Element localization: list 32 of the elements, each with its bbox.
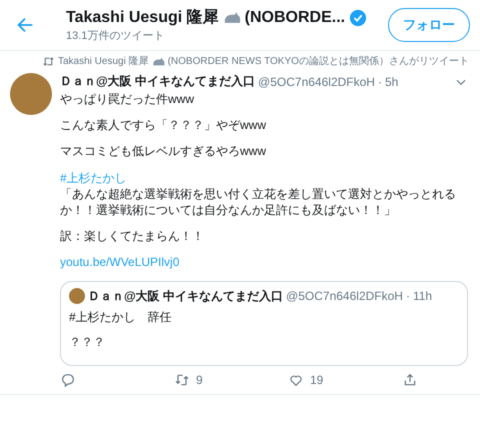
avatar[interactable]	[10, 73, 52, 115]
user-handle: @5OC7n646l2DFkoH	[286, 289, 403, 303]
display-name: Ｄａｎ@大阪 中イキなんてまだ入口	[88, 288, 284, 304]
profile-name: (NOBORDE...	[244, 8, 346, 26]
profile-name: Takashi Uesugi 隆犀	[66, 8, 219, 28]
reply-icon[interactable]	[60, 372, 76, 388]
retweet-count: 9	[196, 372, 203, 386]
tweet-text: マスコミども低レベルすぎるやろwww	[60, 143, 267, 160]
tweet-count: 13.1万件のツイート	[66, 29, 166, 43]
quoted-tweet-text: #上杉たかし 辞任	[69, 308, 173, 326]
hashtag-link[interactable]: #上杉たかし	[60, 170, 127, 185]
timestamp[interactable]: 5h	[384, 74, 398, 88]
tweet-text: 「あんな超絶な選挙戦術を思い付く立花を差し置いて選対とかやっとれるか！！選挙戦術については自分なんか足許にも及ばない！！」	[60, 186, 457, 218]
separator-dot: ·	[406, 289, 410, 303]
like-count: 19	[310, 372, 324, 386]
quoted-tweet-card[interactable]: Ｄａｎ@大阪 中イキなんてまだ入口 @5OC7n646l2DFkoH · 11h #上杉たかし 辞任 ？？？	[60, 280, 468, 366]
tweet-text: 訳：楽しくてたまらん！！	[60, 228, 205, 244]
tweet-text: こんな素人ですら「？？？」やぞwww	[60, 117, 267, 134]
timestamp: 11h	[412, 289, 432, 303]
follow-button[interactable]: フォロー	[388, 8, 470, 42]
separator-dot: ·	[378, 74, 382, 88]
display-name[interactable]: Ｄａｎ@大阪 中イキなんてまだ入口	[60, 73, 256, 90]
user-handle: @5OC7n646l2DFkoH	[258, 74, 375, 88]
share-icon[interactable]	[402, 372, 418, 388]
url-link[interactable]: youtu.be/WVeLUPIlvj0	[60, 255, 180, 270]
retweeter-name[interactable]: Takashi Uesugi 隆犀	[58, 54, 149, 68]
quoted-tweet-text: ？？？	[69, 334, 106, 350]
retweet-icon[interactable]	[174, 372, 190, 388]
avatar	[69, 288, 85, 304]
retweet-label: (NOBORDER NEWS TOKYOの論説とは無関係）さんがリツイート	[168, 54, 469, 68]
retweet-icon	[42, 54, 55, 68]
tweet-text: やっぱり罠だった件www	[60, 91, 195, 108]
